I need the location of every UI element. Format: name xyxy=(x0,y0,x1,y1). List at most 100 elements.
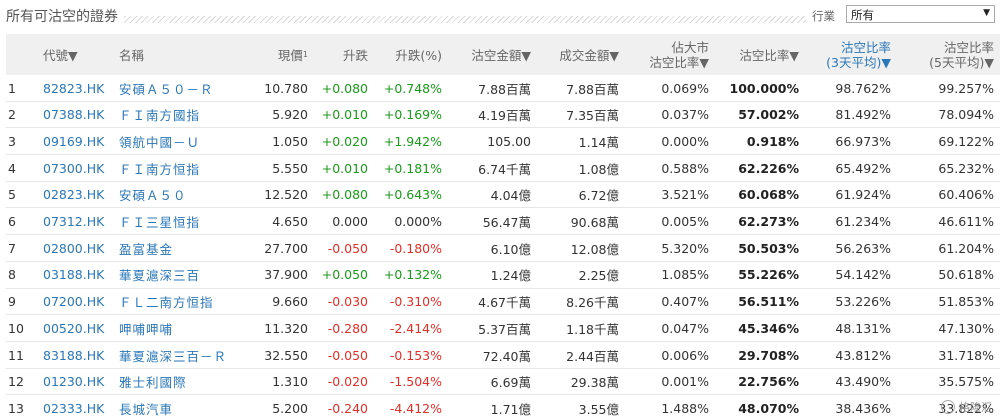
col-market-ratio-header[interactable]: 佔大市 沽空比率▼ xyxy=(619,34,709,75)
price-cell: 32.550 xyxy=(264,347,308,363)
stock-name-link[interactable]: 雅士利國際 xyxy=(119,369,239,395)
stock-name-link[interactable]: 呷哺呷哺 xyxy=(119,315,239,341)
row-index: 4 xyxy=(8,160,16,176)
turnover-cell: 12.08億 xyxy=(570,241,619,257)
price-cell: 27.700 xyxy=(264,240,308,256)
stock-code-link[interactable]: 83188.HK xyxy=(43,342,113,368)
price-cell: 5.920 xyxy=(272,107,308,123)
table-row[interactable]: 8 03188.HK 華夏滬深三百 37.900 +0.050 +0.132% 1.24億 2… xyxy=(6,262,1000,289)
change-pct-cell: -4.412% xyxy=(389,400,442,416)
stock-name-link[interactable]: 華夏滬深三百－Ｒ xyxy=(119,342,239,368)
col-price-label: 現價 xyxy=(277,48,303,63)
ratio3-cell: 54.142% xyxy=(835,267,891,283)
stock-name-link[interactable]: 盈富基金 xyxy=(119,235,239,261)
table-row[interactable]: 12 01230.HK 雅士利國際 1.310 -0.020 -1.504% 6.69萬 29… xyxy=(6,369,1000,396)
table-header: 代號▼ 名稱 現價 1 升跌 升跌(%) 沽空金額▼ 成交金額▼ 佔大市 沽空比率… xyxy=(6,34,1000,75)
stock-code-link[interactable]: 82823.HK xyxy=(43,75,113,101)
row-index: 7 xyxy=(8,240,16,256)
ratio3-cell: 43.490% xyxy=(835,374,891,390)
short-ratio-cell: 60.068% xyxy=(738,187,799,203)
table-row[interactable]: 1 82823.HK 安碩Ａ５０－Ｒ 10.780 +0.080 +0.748% 7.88百… xyxy=(6,75,1000,102)
short-amount-cell: 7.88百萬 xyxy=(478,81,531,97)
watermark-logo-icon xyxy=(941,400,955,414)
col-code-header[interactable]: 代號▼ xyxy=(43,34,113,75)
price-cell: 1.050 xyxy=(272,133,308,149)
change-pct-cell: +0.181% xyxy=(383,160,442,176)
ratio3-cell: 81.492% xyxy=(835,107,891,123)
table-row[interactable]: 7 02800.HK 盈富基金 27.700 -0.050 -0.180% 6.10億 12.… xyxy=(6,235,1000,262)
change-pct-cell: +0.643% xyxy=(383,187,442,203)
stock-code-link[interactable]: 02800.HK xyxy=(43,235,113,261)
ratio5-cell: 69.122% xyxy=(938,133,994,149)
ratio5-cell: 51.853% xyxy=(938,294,994,310)
short-amount-cell: 1.24億 xyxy=(490,268,531,284)
stock-name-link[interactable]: 華夏滬深三百 xyxy=(119,262,239,288)
col-ratio3-header[interactable]: 沽空比率 (3天平均)▼ xyxy=(799,34,891,75)
short-ratio-cell: 100.000% xyxy=(729,80,799,96)
stock-code-link[interactable]: 02823.HK xyxy=(43,182,113,208)
stock-code-link[interactable]: 03188.HK xyxy=(43,262,113,288)
col-short-amount-header[interactable]: 沽空金額▼ xyxy=(442,34,531,75)
short-ratio-cell: 62.273% xyxy=(738,214,799,229)
stock-code-link[interactable]: 01230.HK xyxy=(43,369,113,395)
turnover-cell: 29.38萬 xyxy=(570,375,619,391)
table-row[interactable]: 5 02823.HK 安碩Ａ５０ 12.520 +0.080 +0.643% 4.04億 6.… xyxy=(6,182,1000,209)
col-ratio5-header[interactable]: 沽空比率 (5天平均)▼ xyxy=(891,34,994,75)
ratio5-cell: 50.618% xyxy=(938,267,994,283)
market-ratio-cell: 0.001% xyxy=(661,374,709,390)
stock-code-link[interactable]: 09169.HK xyxy=(43,128,113,154)
change-cell: +0.080 xyxy=(321,80,368,96)
col-ratio5-line1: 沽空比率 xyxy=(943,39,994,55)
table-row[interactable]: 9 07200.HK ＦＬ二南方恒指 9.660 -0.030 -0.310% 4.67千萬… xyxy=(6,289,1000,316)
stock-code-link[interactable]: 07200.HK xyxy=(43,289,113,315)
change-cell: +0.010 xyxy=(321,160,368,176)
price-cell: 5.550 xyxy=(272,160,308,176)
table-row[interactable]: 13 02333.HK 長城汽車 5.200 -0.240 -4.412% 1.71億 3.5… xyxy=(6,395,1000,419)
stock-name-link[interactable]: ＦＩ南方國指 xyxy=(119,102,239,128)
short-ratio-cell: 45.346% xyxy=(738,320,799,336)
short-amount-cell: 4.67千萬 xyxy=(478,295,531,311)
ratio3-cell: 61.924% xyxy=(835,187,891,203)
table-row[interactable]: 10 00520.HK 呷哺呷哺 11.320 -0.280 -2.414% 5.37百萬 1… xyxy=(6,315,1000,342)
stock-name-link[interactable]: ＦＩ南方恒指 xyxy=(119,155,239,181)
table-row[interactable]: 3 09169.HK 領航中國－Ｕ 1.050 +0.020 +1.942% 105.00 1… xyxy=(6,128,1000,156)
ratio5-cell: 61.204% xyxy=(938,240,994,256)
row-index: 6 xyxy=(8,214,16,229)
change-cell: +0.010 xyxy=(321,107,368,123)
industry-filter-label: 行業 xyxy=(812,9,835,23)
table-row[interactable]: 2 07388.HK ＦＩ南方國指 5.920 +0.010 +0.169% 4.19百萬 7… xyxy=(6,102,1000,129)
ratio5-cell: 46.611% xyxy=(938,214,994,229)
col-short-ratio-header[interactable]: 沽空比率▼ xyxy=(709,34,799,75)
stock-code-link[interactable]: 07300.HK xyxy=(43,155,113,181)
short-ratio-cell: 0.918% xyxy=(746,133,799,149)
table-row[interactable]: 6 07312.HK ＦＩ三星恒指 4.650 0.000 0.000% 56.47萬 90.… xyxy=(6,209,1000,236)
stock-name-link[interactable]: ＦＩ三星恒指 xyxy=(119,209,239,235)
change-cell: -0.050 xyxy=(327,347,368,363)
change-cell: -0.280 xyxy=(327,320,368,336)
change-pct-cell: +0.169% xyxy=(383,107,442,123)
stock-name-link[interactable]: 安碩Ａ５０－Ｒ xyxy=(119,75,239,101)
turnover-cell: 1.18千萬 xyxy=(566,321,619,337)
turnover-cell: 7.35百萬 xyxy=(566,108,619,124)
stock-name-link[interactable]: 長城汽車 xyxy=(119,395,239,419)
stock-name-link[interactable]: 領航中國－Ｕ xyxy=(119,128,239,154)
stock-code-link[interactable]: 07388.HK xyxy=(43,102,113,128)
table-row[interactable]: 4 07300.HK ＦＩ南方恒指 5.550 +0.010 +0.181% 6.74千萬 1… xyxy=(6,155,1000,182)
stock-code-link[interactable]: 07312.HK xyxy=(43,209,113,235)
market-ratio-cell: 0.047% xyxy=(661,320,709,336)
short-ratio-cell: 48.070% xyxy=(738,400,799,416)
change-cell: -0.030 xyxy=(327,294,368,310)
ratio5-cell: 35.575% xyxy=(938,374,994,390)
change-pct-cell: -0.153% xyxy=(389,347,442,363)
col-turnover-header[interactable]: 成交金額▼ xyxy=(531,34,619,75)
market-ratio-cell: 0.037% xyxy=(661,107,709,123)
ratio3-cell: 65.492% xyxy=(835,160,891,176)
industry-filter-select[interactable]: 所有 ▼ xyxy=(846,5,995,23)
stock-name-link[interactable]: ＦＬ二南方恒指 xyxy=(119,289,239,315)
table-row[interactable]: 11 83188.HK 華夏滬深三百－Ｒ 32.550 -0.050 -0.153% 72.… xyxy=(6,342,1000,369)
row-index: 9 xyxy=(8,294,16,310)
stock-name-link[interactable]: 安碩Ａ５０ xyxy=(119,182,239,208)
stock-code-link[interactable]: 02333.HK xyxy=(43,395,113,419)
price-cell: 11.320 xyxy=(264,320,308,336)
stock-code-link[interactable]: 00520.HK xyxy=(43,315,113,341)
